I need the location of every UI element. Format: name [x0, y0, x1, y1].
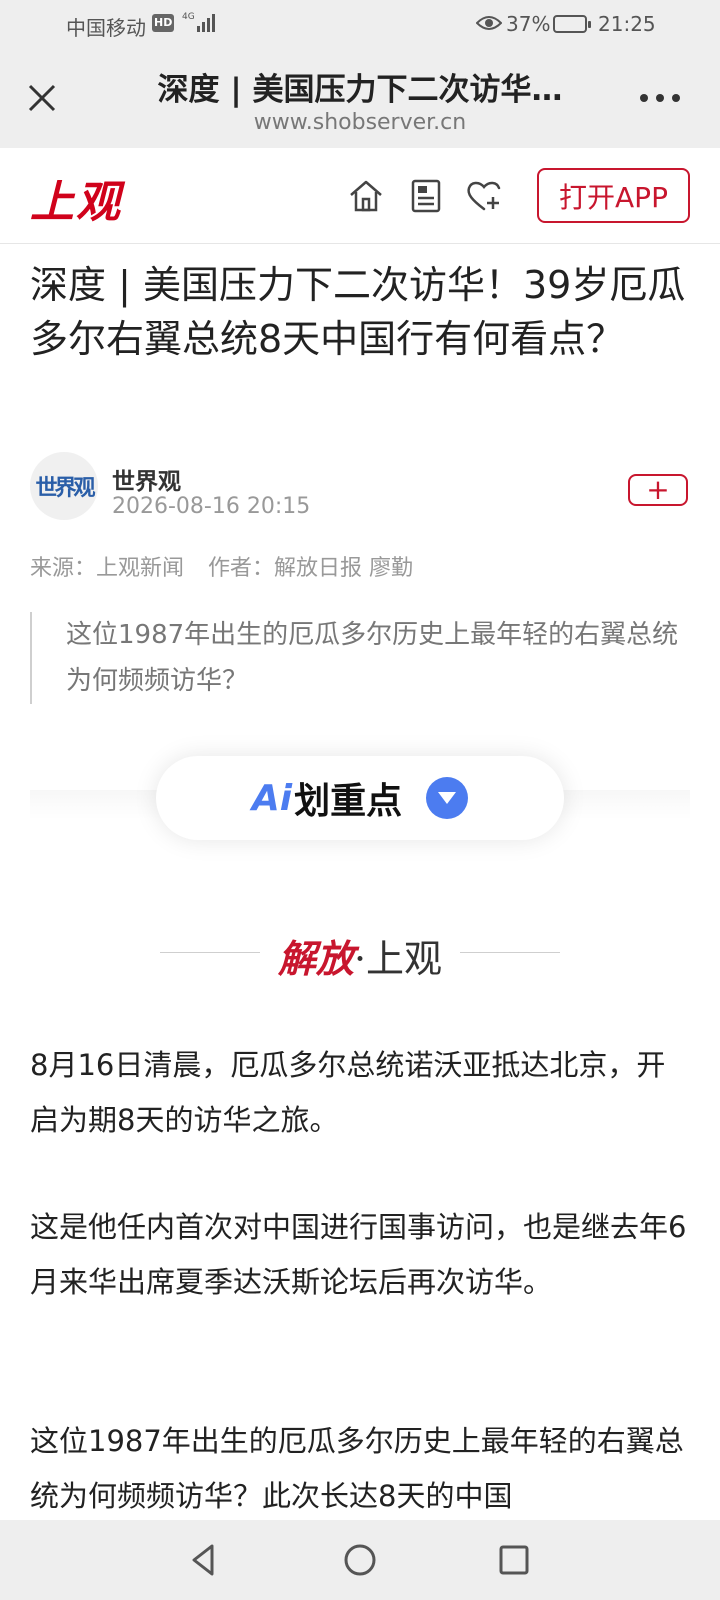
close-icon[interactable] — [22, 78, 62, 118]
paragraph: 这位1987年出生的厄瓜多尔历史上最年轻的右翼总统为何频频访华？此次长达8天的中… — [30, 1424, 684, 1513]
follow-button[interactable]: + — [628, 474, 688, 506]
article-summary: 这位1987年出生的厄瓜多尔历史上最年轻的右翼总统为何频频访华？ — [30, 612, 696, 704]
ai-mark: Ai — [251, 777, 293, 819]
paragraph: 这是他任内首次对中国进行国事访问，也是继去年6月来华出席夏季达沃斯论坛后再次访华… — [30, 1210, 687, 1299]
open-app-button[interactable]: 打开APP — [537, 168, 690, 223]
divider-line-right — [460, 952, 560, 953]
status-bar: 中国移动 HD 4G 37% 21:25 — [0, 0, 720, 48]
site-logo[interactable]: 上观 — [30, 166, 122, 230]
source-line: 来源：上观新闻 作者：解放日报 廖勤 — [30, 550, 413, 582]
back-icon[interactable] — [184, 1540, 224, 1580]
clock: 21:25 — [598, 12, 656, 36]
publish-time: 2026-08-16 20:15 — [112, 494, 311, 519]
ai-logo: Ai 划重点 — [252, 772, 402, 824]
browser-bar: 深度 | 美国压力下二次访华… www.shobserver.cn — [0, 48, 720, 148]
system-nav-bar — [0, 1520, 720, 1600]
brand-logo: 解放·上观 — [270, 928, 450, 983]
brand-black-text: 上观 — [366, 937, 443, 981]
site-header: 上观 打开APP — [0, 148, 720, 244]
source-label: 来源：上观新闻 — [30, 556, 185, 581]
ai-highlights-button[interactable]: Ai 划重点 — [156, 756, 564, 840]
author-name[interactable]: 世界观 — [112, 462, 181, 496]
signal-icon — [197, 14, 215, 32]
paragraph: 8月16日清晨，厄瓜多尔总统诺沃亚抵达北京，开启为期8天的访华之旅。 — [30, 1048, 666, 1137]
avatar[interactable]: 世界观 — [30, 452, 98, 520]
byline-label: 作者：解放日报 廖勤 — [208, 556, 414, 581]
home-circle-icon[interactable] — [340, 1540, 380, 1580]
network-label: 4G — [182, 12, 195, 22]
page-domain: www.shobserver.cn — [253, 110, 467, 135]
more-icon[interactable] — [636, 86, 684, 110]
chevron-down-icon[interactable] — [426, 777, 469, 819]
page-title: 深度 | 美国压力下二次访华… — [157, 72, 563, 108]
recents-icon[interactable] — [494, 1540, 534, 1580]
brand-separator: · — [353, 937, 367, 981]
brand-red-text: 解放 — [277, 936, 354, 981]
ai-label: 划重点 — [294, 781, 403, 822]
carrier-label: 中国移动 — [66, 16, 146, 40]
divider-line-left — [160, 952, 260, 953]
hd-badge: HD — [152, 14, 175, 32]
brand-divider: 解放·上观 — [160, 922, 560, 982]
avatar-label: 世界观 — [35, 475, 95, 501]
heart-add-icon[interactable] — [464, 176, 504, 216]
battery-icon — [553, 15, 591, 33]
eye-icon — [476, 16, 502, 30]
article-title: 深度 | 美国压力下二次访华！39岁厄瓜多尔右翼总统8天中国行有何看点？ — [30, 263, 686, 361]
home-icon[interactable] — [346, 176, 386, 216]
news-icon[interactable] — [406, 176, 446, 216]
battery-percent: 37% — [506, 12, 551, 36]
